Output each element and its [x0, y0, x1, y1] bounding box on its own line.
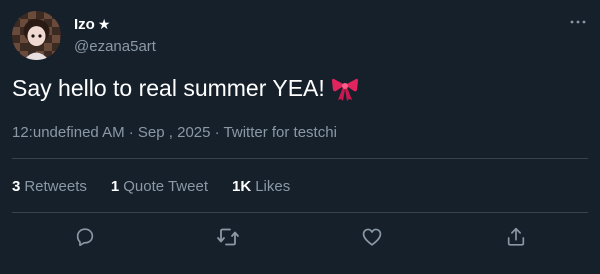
author-name-row[interactable]: Izo ★ — [74, 14, 110, 34]
quote-tweets-count: 1 — [110, 177, 120, 195]
divider — [12, 158, 588, 159]
more-options-button[interactable] — [568, 12, 588, 32]
retweets-count: 3 — [12, 177, 21, 195]
retweet-button[interactable] — [215, 224, 241, 250]
retweet-icon — [217, 228, 239, 246]
ribbon-icon — [331, 78, 358, 101]
like-icon — [362, 228, 382, 246]
divider — [12, 212, 588, 213]
tweet-card: Izo ★ @ezana5art Say hello to real summe… — [0, 0, 600, 274]
tweet-stats: 3 Retweets 1 Quote Tweet 1K Likes — [12, 176, 290, 196]
retweets-stat[interactable]: 3 Retweets — [12, 178, 87, 195]
avatar[interactable] — [12, 11, 61, 60]
reply-icon — [76, 228, 94, 247]
author-handle[interactable]: @ezana5art — [74, 38, 156, 55]
reply-button[interactable] — [72, 224, 98, 250]
retweets-label: Retweets — [24, 177, 87, 195]
quote-tweets-label: Quote Tweet — [123, 177, 208, 195]
likes-label: Likes — [255, 177, 291, 195]
more-icon — [570, 20, 586, 24]
like-button[interactable] — [359, 224, 385, 250]
share-button[interactable] — [503, 224, 529, 250]
display-name[interactable]: Izo — [74, 16, 95, 33]
tweet-text: Say hello to real summer YEA! — [12, 74, 359, 102]
likes-stat[interactable]: 1K Likes — [232, 178, 290, 195]
likes-count: 1K — [232, 177, 252, 195]
tweet-meta: 12:undefined AM · Sep , 2025 · Twitter f… — [12, 124, 337, 141]
quote-tweets-stat[interactable]: 1 Quote Tweet — [111, 178, 208, 195]
tweet-text-content: Say hello to real summer YEA! — [12, 74, 325, 101]
star-icon: ★ — [97, 16, 111, 32]
share-icon — [507, 227, 525, 246]
